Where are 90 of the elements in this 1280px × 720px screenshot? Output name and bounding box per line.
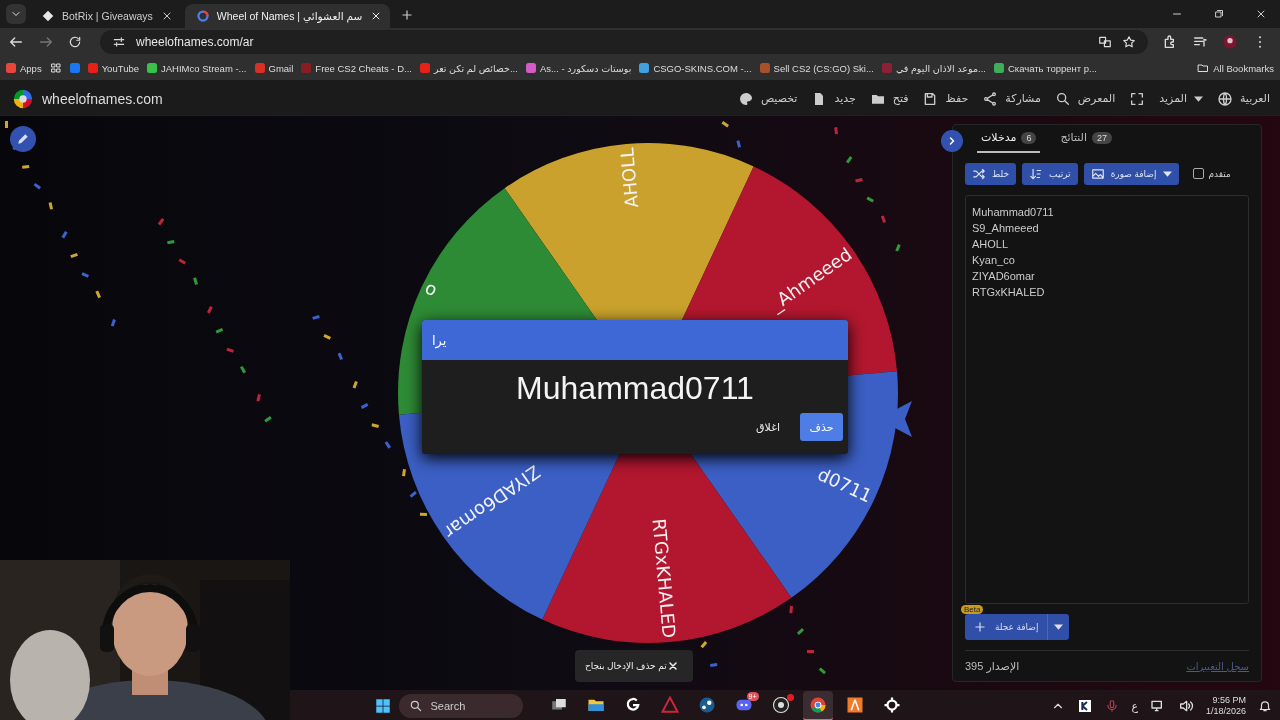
triangle-icon bbox=[660, 696, 679, 714]
browser-icon bbox=[808, 696, 827, 714]
dropdown-button[interactable] bbox=[1046, 614, 1069, 641]
bookmark[interactable]: Apps bbox=[6, 62, 42, 74]
fullscreen-icon bbox=[1129, 90, 1146, 107]
arrow-right-icon[interactable] bbox=[38, 34, 54, 50]
bell-icon[interactable] bbox=[1258, 699, 1272, 713]
volume-icon[interactable] bbox=[1177, 698, 1194, 714]
plus-icon[interactable] bbox=[400, 8, 415, 22]
search-icon bbox=[408, 699, 423, 713]
arrow-left-icon[interactable] bbox=[8, 34, 24, 50]
search-icon bbox=[1054, 90, 1071, 107]
wheel-label: AHOLL bbox=[616, 147, 643, 209]
close-button[interactable]: اغلاق bbox=[750, 419, 786, 435]
clock-date[interactable]: 1/18/2026 bbox=[1205, 706, 1246, 717]
bookmark[interactable]: As... - بوستات دسكورد bbox=[525, 62, 632, 74]
shuffle-icon bbox=[972, 166, 986, 181]
menu-item[interactable]: العربية bbox=[1216, 90, 1270, 107]
tab-list-button[interactable] bbox=[6, 4, 26, 24]
menu-item[interactable]: المعرض bbox=[1054, 90, 1116, 107]
star-icon[interactable] bbox=[1122, 35, 1136, 49]
dialog-title: يرا bbox=[432, 332, 447, 348]
logo-icon[interactable] bbox=[12, 87, 34, 110]
menu-item[interactable]: مشاركة bbox=[982, 90, 1041, 107]
microphone-icon[interactable] bbox=[1105, 699, 1120, 713]
image-icon bbox=[1090, 166, 1105, 181]
palette-icon bbox=[737, 90, 754, 107]
wheel-label: o bbox=[420, 279, 440, 304]
wheel-label: RTGxKHALED bbox=[648, 517, 680, 639]
caret-icon bbox=[1193, 95, 1203, 102]
checkbox-label: متقدم bbox=[1208, 168, 1231, 179]
bookmark[interactable]: موعد الاذان اليوم في... bbox=[881, 62, 986, 74]
collapse-button[interactable] bbox=[941, 130, 963, 152]
sort-icon bbox=[1029, 166, 1044, 181]
bookmark[interactable]: JAHIMco Stream -... bbox=[147, 62, 247, 74]
bookmark[interactable]: CSGO-SKINS.COM -... bbox=[639, 62, 752, 74]
menu-item[interactable]: فتح bbox=[869, 90, 909, 107]
browser-tab[interactable]: Wheel of Names | سم العشوائي bbox=[184, 4, 391, 28]
diamond-icon bbox=[42, 10, 54, 22]
record-icon bbox=[771, 696, 790, 714]
edit-button[interactable] bbox=[10, 126, 36, 152]
checkbox[interactable] bbox=[1192, 168, 1204, 180]
action-button[interactable]: ترتيب bbox=[1022, 162, 1078, 185]
k-app-icon[interactable] bbox=[1077, 698, 1094, 714]
app-tile-icon bbox=[845, 696, 864, 714]
remove-button[interactable]: حذف bbox=[800, 413, 843, 441]
share-icon bbox=[982, 90, 999, 107]
menu-item[interactable]: جديد bbox=[811, 90, 856, 107]
bookmark[interactable]: Gmail bbox=[254, 62, 294, 74]
entries-textarea[interactable]: Muhammad0711 S9_Ahmeeed AHOLL Kyan_co ZIYAD6omar RTGxKHALED bbox=[965, 194, 1249, 605]
clock-time[interactable]: 9:56 PM bbox=[1212, 695, 1246, 706]
add-wheel-button[interactable]: إضافة عجلة bbox=[965, 614, 1047, 641]
all-bookmarks-button[interactable]: All Bookmarks bbox=[1197, 62, 1274, 74]
taskbar-app[interactable] bbox=[802, 691, 833, 720]
plus-icon bbox=[973, 620, 987, 635]
address-bar[interactable]: wheelofnames.com/ar bbox=[100, 30, 1148, 54]
restore-icon[interactable] bbox=[1213, 8, 1225, 20]
bookmark[interactable]: Free CS2 Cheats - D... bbox=[301, 62, 412, 74]
bookmark[interactable] bbox=[69, 63, 80, 73]
bookmark[interactable]: خصائص لم تكن تعر... bbox=[419, 62, 518, 74]
menu-item[interactable] bbox=[1129, 90, 1146, 107]
windows-start-icon[interactable] bbox=[373, 697, 392, 715]
caret-icon bbox=[1053, 624, 1063, 631]
menu-item[interactable]: حفظ bbox=[922, 90, 969, 107]
version-label: الإصدار 395 bbox=[965, 659, 1020, 673]
close-icon[interactable] bbox=[667, 660, 679, 672]
reload-icon[interactable] bbox=[68, 35, 82, 49]
globe-icon bbox=[1216, 90, 1233, 107]
menu-item[interactable]: المزيد bbox=[1159, 92, 1203, 105]
winner-name: Muhammad0711 bbox=[516, 370, 754, 407]
sliders-icon[interactable] bbox=[112, 35, 126, 49]
pencil-icon bbox=[16, 132, 30, 146]
action-button[interactable]: إضافة صورة bbox=[1083, 162, 1179, 185]
bookmark[interactable]: YouTube bbox=[87, 62, 139, 74]
folder-icon bbox=[1197, 62, 1210, 74]
language-indicator[interactable]: ع bbox=[1131, 699, 1138, 713]
ring-icon bbox=[196, 10, 209, 22]
gear-icon bbox=[882, 696, 901, 714]
menu-item[interactable]: تخصيص bbox=[737, 90, 798, 107]
bookmark[interactable]: Скачать торрент р... bbox=[993, 62, 1097, 74]
avatar-icon[interactable] bbox=[1222, 34, 1238, 50]
action-button[interactable]: خلط bbox=[965, 162, 1017, 185]
close-icon[interactable] bbox=[1255, 8, 1267, 20]
taskbar-search-field[interactable]: Search bbox=[398, 694, 523, 718]
bookmark[interactable]: Sell CS2 (CS:GO) Ski... bbox=[759, 62, 874, 74]
site-name[interactable]: wheelofnames.com bbox=[42, 90, 163, 107]
translate-icon[interactable] bbox=[1098, 35, 1112, 49]
beta-badge: Beta bbox=[961, 605, 984, 615]
toast-message: تم حذف الإدخال بنجاح bbox=[585, 661, 667, 671]
grid-icon[interactable] bbox=[49, 62, 62, 74]
